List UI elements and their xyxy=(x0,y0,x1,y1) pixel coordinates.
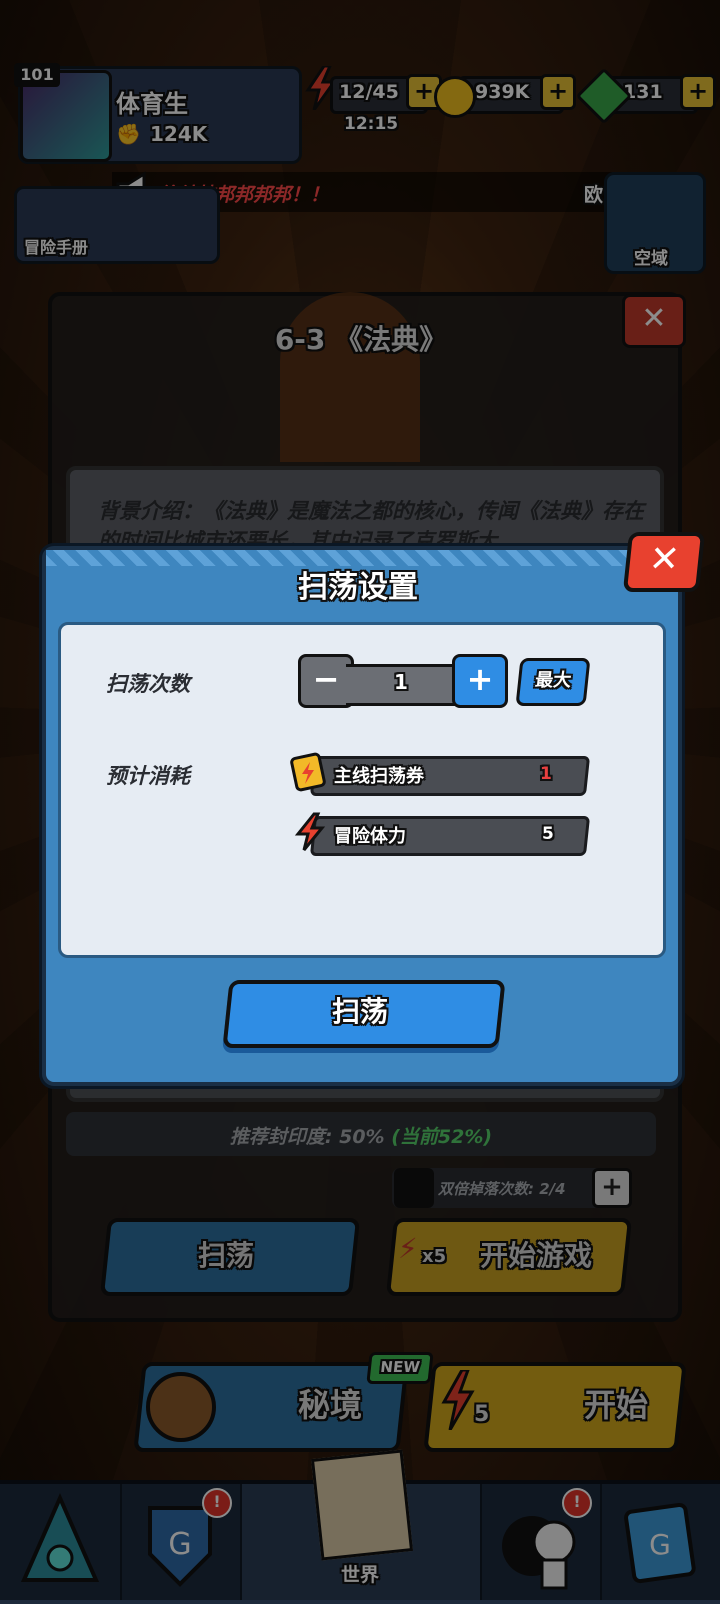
modal-title: 扫荡设置 xyxy=(298,570,418,605)
sweep-confirm-label: 扫荡 xyxy=(331,995,388,1028)
energy-bolt-icon xyxy=(294,812,326,851)
sweep-count-value: 1 xyxy=(394,670,408,694)
ticket-icon xyxy=(290,752,326,792)
max-count-button[interactable]: 最大 xyxy=(515,658,591,706)
ticket-name: 主线扫荡券 xyxy=(334,766,424,787)
sweep-count-label: 扫荡次数 xyxy=(106,672,190,696)
estimated-cost-label: 预计消耗 xyxy=(106,764,190,788)
increase-count-button[interactable]: + xyxy=(452,654,508,708)
energy-cost-value: 5 xyxy=(542,824,554,844)
energy-cost-name: 冒险体力 xyxy=(334,826,406,847)
modal-close-button[interactable]: ✕ xyxy=(622,532,706,592)
ticket-value: 1 xyxy=(540,764,552,784)
